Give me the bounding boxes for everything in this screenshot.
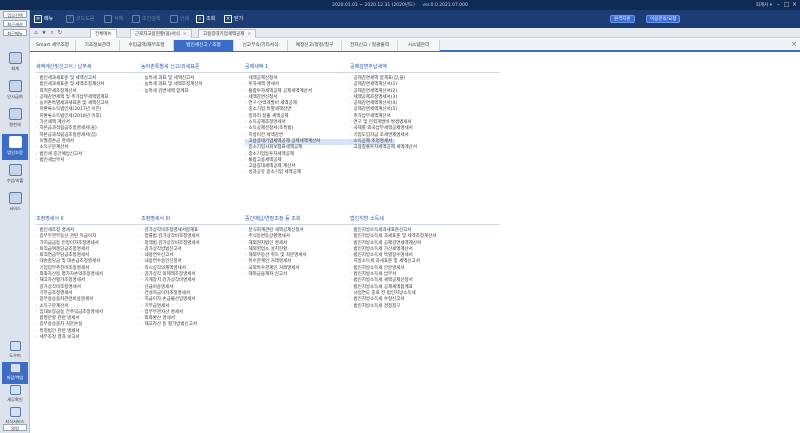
delete-button[interactable]: 삭제 xyxy=(104,13,123,25)
tab-employment-status[interactable]: 근로자고용현황(을)서식 × xyxy=(130,29,192,38)
print-button[interactable]: 인쇄 xyxy=(170,13,189,25)
help-icon: ? xyxy=(66,14,74,23)
tab-close-icon[interactable]: × xyxy=(247,32,251,37)
tab-system[interactable]: 시스템관리 xyxy=(398,40,440,51)
building-icon xyxy=(8,136,22,148)
code-help-button[interactable]: ? 코드도움 xyxy=(66,13,94,25)
minimize-icon[interactable]: – xyxy=(775,1,782,8)
print-icon xyxy=(170,14,178,23)
tab-smart-adjust[interactable]: Smart 세무조정 xyxy=(30,40,76,51)
menu-item[interactable]: 성과공유 중소기업 세액공제 xyxy=(245,170,395,176)
filter-icon xyxy=(132,14,140,23)
notice-button[interactable]: 알림 xyxy=(3,424,27,431)
menu-tab-bar: Smart 세무조정 기초정보관리 수입금액/재무조정 법인세신고 / 조정 신… xyxy=(30,39,800,52)
home-icon[interactable]: ⌂ xyxy=(33,30,39,36)
backup-icon xyxy=(9,363,21,373)
menu-content: 세액계산및신고서 / 납부세법인세과세표준 및 세액신고서법인세과세표준 및 세… xyxy=(30,53,800,433)
remote-support-button[interactable]: 원격지원 xyxy=(610,15,635,23)
sidebar-item-accounting[interactable]: 회계 xyxy=(2,50,28,76)
tab-all-menu[interactable]: 전체메뉴 xyxy=(90,29,117,38)
tab-interim-report[interactable]: 예정신고/정정/청구 xyxy=(288,40,342,51)
section-credit-summary: 공제감면추납세액공제감면세액 합계표(갑,을)공제감면세액계산서(1)공제감면세… xyxy=(350,63,500,152)
sidebar-item-payroll[interactable]: 인사급여 xyxy=(2,78,28,104)
search-icon: ⌕ xyxy=(196,14,204,23)
sidebar-item-income[interactable]: 수입/지출 xyxy=(2,162,28,188)
fiscal-period-text: 2020.01.01 ~ 2020.12.31 (2020년도) xyxy=(332,3,415,8)
section-divider xyxy=(350,224,500,225)
title-bar: 2020.01.01 ~ 2020.12.31 (2020년도) ver.0.0… xyxy=(0,0,800,10)
ledger-icon xyxy=(8,52,22,64)
section-local-tax: 법인지방 소득세법인지방소득세과세표준신고서법인지방소득세 과세표준 및 세액조… xyxy=(350,215,500,310)
section-title: 공제감면추납세액 xyxy=(350,64,387,70)
maximize-icon[interactable]: □ xyxy=(783,1,790,8)
document-icon xyxy=(8,108,22,120)
helper-icon xyxy=(9,341,21,351)
refresh-icon[interactable]: ↻ xyxy=(57,30,63,36)
service-icon xyxy=(8,192,22,204)
tab-e-filing[interactable]: 전자신고 / 일괄출력 xyxy=(342,40,398,51)
close-window-icon[interactable]: × xyxy=(791,1,798,8)
menu-item[interactable]: 재고자산 등 평가방법신고서 xyxy=(141,322,291,328)
book-icon xyxy=(9,407,21,417)
sidebar-helper[interactable]: 도우미 xyxy=(2,340,28,362)
delete-icon xyxy=(104,14,112,23)
section-title: 법인지방 소득세 xyxy=(350,216,384,222)
recent-session-button[interactable]: 최근세션 xyxy=(3,20,27,27)
tab-basic-info[interactable]: 기초정보관리 xyxy=(76,40,120,51)
account-menu[interactable]: 회계사 ▾ xyxy=(756,2,772,8)
menu-item[interactable]: 고용창출투자세액공제 세액계산서 xyxy=(350,145,500,151)
sidebar-item-withholding[interactable]: 원천세 xyxy=(2,106,28,132)
sidebar-item-service[interactable]: 서비스 xyxy=(2,190,28,216)
tab-income-finance[interactable]: 수입금액/재무조정 xyxy=(120,40,174,51)
tab-attachments[interactable]: 신고부속/기타서식 xyxy=(234,40,288,51)
menu-item[interactable]: 세무조정 결과 보고서 xyxy=(36,335,186,341)
menu-item[interactable]: 법인세납부서 xyxy=(36,158,186,164)
work-select-button[interactable]: 업무선택 xyxy=(3,11,27,18)
search-button[interactable]: ⌕ 조회 xyxy=(196,13,215,25)
recent-menu-button[interactable]: 최근메뉴 xyxy=(3,29,27,36)
section-divider xyxy=(350,72,500,73)
left-sidebar: 업무선택 최근세션 최근메뉴 회계 인사급여 원천세 법인조정 수입/지출 서비… xyxy=(0,10,30,433)
coins-icon xyxy=(8,164,22,176)
check-icon xyxy=(9,385,21,395)
menu-item[interactable]: 법인지방소득세 경정청구 xyxy=(350,304,500,310)
close-button[interactable]: × 닫기 xyxy=(224,13,243,25)
fiscal-period: 2020.01.01 ~ 2020.12.31 (2020년도) ver.0.0… xyxy=(0,2,800,8)
tab-employment-credit[interactable]: 고용증대기업세액공제 × xyxy=(198,29,257,38)
toolbar: ≡ 메뉴 ? 코드도움 삭제 조건검색 인쇄 ⌕ 조회 × 닫기 원격지원 이용문의/요… xyxy=(30,10,800,28)
tab-corporate-tax[interactable]: 법인세신고 / 조정 xyxy=(174,40,234,51)
menu-button[interactable]: ≡ 메뉴 xyxy=(34,13,53,25)
star-icon[interactable]: ★ xyxy=(41,30,47,36)
sidebar-backup[interactable]: 마감/백업 xyxy=(2,362,28,384)
document-tab-bar: ⌂ ★ ⌕ ↻ 전체메뉴 근로자고용현황(을)서식 × 고용증대기업세액공제 × xyxy=(30,28,800,38)
condition-search-button[interactable]: 조건검색 xyxy=(132,13,160,25)
tab-close-icon[interactable]: × xyxy=(183,32,187,37)
close-panel-icon[interactable]: × xyxy=(791,40,797,48)
sidebar-tax-check[interactable]: 세무확인 xyxy=(2,384,28,406)
version-text: ver.0.0.2021.07.000 xyxy=(422,3,468,8)
close-icon: × xyxy=(224,14,232,23)
search-menu-icon[interactable]: ⌕ xyxy=(49,30,55,36)
sidebar-item-corporate[interactable]: 법인조정 xyxy=(2,134,28,160)
inquiry-button[interactable]: 이용문의/요청 xyxy=(646,15,681,23)
menu-icon: ≡ xyxy=(34,14,42,23)
people-icon xyxy=(8,80,22,92)
